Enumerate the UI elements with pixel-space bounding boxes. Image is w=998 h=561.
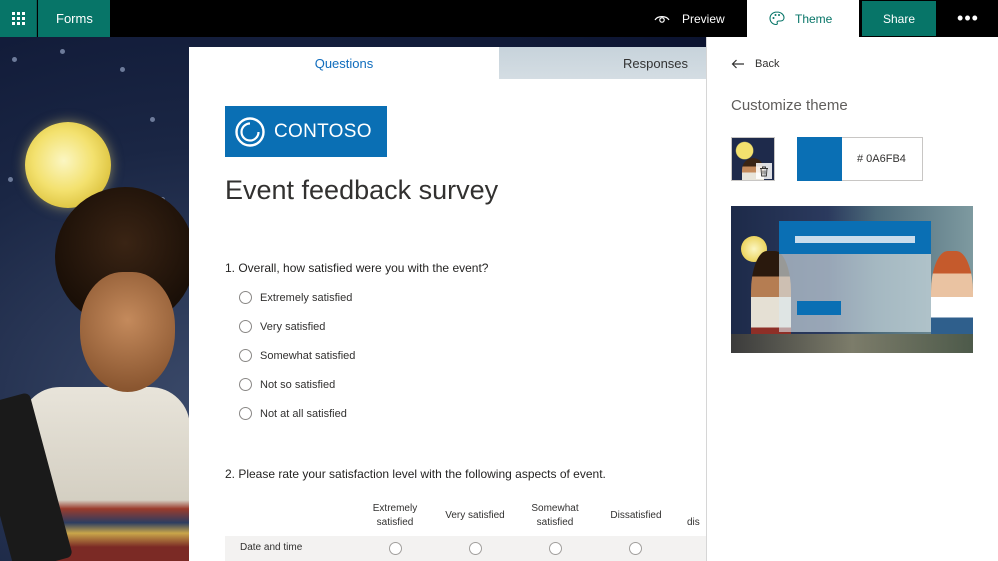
form-canvas: Questions Responses CONTOSO Event feedba… (189, 47, 706, 561)
app-launcher-button[interactable] (0, 0, 37, 37)
palette-icon (769, 11, 785, 26)
theme-panel: Back Customize theme # 0A6FB4 (706, 37, 998, 561)
background-person-face (80, 272, 175, 392)
radio-button[interactable] (239, 291, 252, 304)
top-bar: Forms Preview Theme Share ••• (0, 0, 998, 37)
contoso-logo-icon (235, 116, 265, 147)
choice-label: Very satisfied (260, 320, 326, 333)
tab-responses[interactable]: Responses (499, 47, 706, 79)
eye-icon (654, 15, 670, 23)
more-options-button[interactable]: ••• (948, 0, 988, 37)
preview-button[interactable]: Preview (648, 0, 744, 37)
background-image-thumbnail[interactable] (731, 137, 775, 181)
choice-option[interactable]: Not so satisfied (239, 378, 335, 391)
tab-questions[interactable]: Questions (189, 47, 499, 79)
choice-label: Not at all satisfied (260, 407, 347, 420)
choice-label: Somewhat satisfied (260, 349, 356, 362)
question-2-text: 2. Please rate your satisfaction level w… (225, 467, 606, 481)
matrix-column-header: Very satisfied (445, 510, 505, 521)
radio-button[interactable] (239, 378, 252, 391)
matrix-column-header: Extremely satisfied (372, 503, 418, 528)
matrix-radio-button[interactable] (629, 542, 642, 555)
radio-button[interactable] (239, 320, 252, 333)
preview-title-placeholder (795, 236, 915, 243)
choice-label: Not so satisfied (260, 378, 336, 391)
back-arrow-icon (731, 59, 744, 69)
app-name[interactable]: Forms (38, 0, 110, 37)
background-rivet (12, 57, 17, 62)
matrix-row: Date and time (225, 536, 706, 561)
hex-color-input[interactable]: # 0A6FB4 (842, 137, 923, 181)
choice-option[interactable]: Very satisfied (239, 320, 325, 333)
radio-button[interactable] (239, 407, 252, 420)
background-rivet (150, 117, 155, 122)
preview-button-placeholder (797, 301, 841, 315)
logo-text: CONTOSO (274, 120, 372, 142)
waffle-icon (11, 12, 25, 25)
radio-button[interactable] (239, 349, 252, 362)
delete-image-button[interactable] (756, 163, 772, 179)
choice-option[interactable]: Extremely satisfied (239, 291, 352, 304)
question-1-text: 1. Overall, how satisfied were you with … (225, 261, 489, 275)
choice-option[interactable]: Somewhat satisfied (239, 349, 355, 362)
matrix-column-header: Somewhat satisfied (531, 503, 579, 528)
matrix-radio-button[interactable] (549, 542, 562, 555)
customize-theme-heading: Customize theme (731, 97, 848, 114)
back-label: Back (755, 58, 780, 70)
theme-color-swatch[interactable] (797, 137, 842, 181)
matrix-column-header: dis (687, 517, 700, 528)
choice-option[interactable]: Not at all satisfied (239, 407, 347, 420)
matrix-column-header: Dissatisfied (610, 510, 662, 521)
background-rivet (60, 49, 65, 54)
theme-preview-image (731, 206, 973, 353)
background-rivet (8, 177, 13, 182)
matrix-radio-button[interactable] (469, 542, 482, 555)
form-logo[interactable]: CONTOSO (225, 106, 387, 157)
preview-table (731, 334, 973, 353)
background-rivet (120, 67, 125, 72)
choice-label: Extremely satisfied (260, 291, 353, 304)
trash-icon (760, 166, 768, 176)
back-button[interactable]: Back (731, 58, 779, 70)
matrix-radio-button[interactable] (389, 542, 402, 555)
share-button[interactable]: Share (862, 1, 936, 36)
preview-form-card (779, 221, 931, 332)
theme-button[interactable]: Theme (747, 0, 859, 37)
preview-form-header (779, 221, 931, 254)
matrix-row-label: Date and time (240, 542, 303, 553)
preview-label: Preview (682, 11, 725, 26)
form-title[interactable]: Event feedback survey (225, 175, 498, 206)
theme-label: Theme (795, 11, 833, 26)
